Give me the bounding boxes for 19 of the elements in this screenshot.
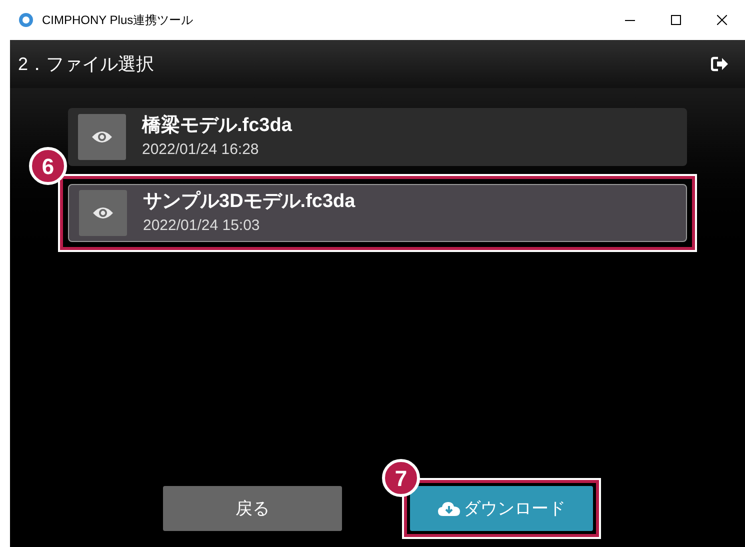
eye-icon [91,130,113,144]
logout-icon [711,56,729,72]
file-item[interactable]: 橋梁モデル.fc3da 2022/01/24 16:28 [68,108,687,166]
file-name: サンプル3Dモデル.fc3da [143,191,356,213]
file-name: 橋梁モデル.fc3da [142,115,292,137]
preview-button[interactable] [78,114,126,160]
logout-button[interactable] [711,56,729,72]
file-date: 2022/01/24 16:28 [142,141,260,159]
cloud-download-icon [438,500,460,516]
eye-icon [92,206,114,220]
page-title: 2．ファイル選択 [18,52,154,76]
window-title: CIMPHONY Plus連携ツール [42,12,194,29]
file-date: 2022/01/24 15:03 [143,217,261,235]
close-icon [717,15,727,25]
app-logo-icon [18,12,34,28]
file-item[interactable]: サンプル3Dモデル.fc3da 2022/01/24 15:03 [68,184,687,242]
back-button[interactable]: 戻る [163,486,342,531]
maximize-icon [671,15,681,25]
preview-button[interactable] [79,190,127,236]
